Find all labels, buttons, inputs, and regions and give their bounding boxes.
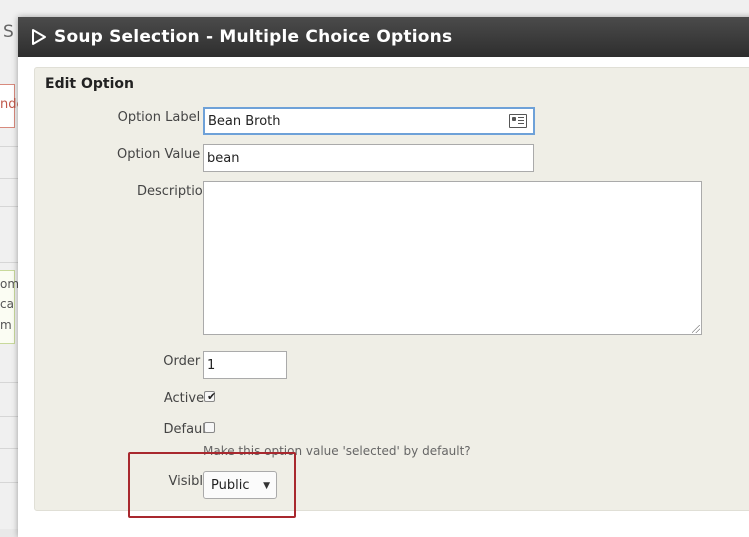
background-info-line: ca (0, 297, 14, 311)
active-label: Active? (163, 391, 211, 406)
order-input[interactable]: 1 (203, 351, 287, 379)
default-label: Default (163, 422, 212, 437)
default-checkbox[interactable] (204, 422, 215, 433)
collapse-triangle-icon[interactable] (30, 28, 48, 46)
background-title-fragment: S (3, 22, 14, 42)
option-value-value: bean (207, 150, 240, 166)
modal-titlebar[interactable]: Soup Selection - Multiple Choice Options (18, 17, 749, 57)
option-value-label: Option Value* (35, 147, 211, 162)
section-title: Edit Option (45, 76, 134, 92)
description-textarea[interactable] (203, 181, 702, 335)
resize-grip-icon[interactable] (692, 325, 700, 333)
background-info-line: m (0, 318, 12, 332)
option-label-value: Bean Broth (208, 113, 281, 129)
contact-card-icon[interactable] (509, 114, 527, 128)
edit-option-panel: Edit Option Option Label* Bean Broth Opt… (34, 67, 749, 511)
checkmark-icon: ✔ (207, 390, 217, 403)
order-label: Order* (35, 354, 211, 369)
description-label: Description (136, 184, 211, 199)
modal-title: Soup Selection - Multiple Choice Options (54, 27, 453, 47)
highlight-annotation (128, 452, 296, 518)
active-checkbox[interactable]: ✔ (204, 390, 217, 403)
option-label-input[interactable]: Bean Broth (203, 107, 535, 135)
background-info-line: om (0, 277, 20, 291)
option-value-input[interactable]: bean (203, 144, 534, 172)
option-label-label: Option Label* (35, 110, 211, 125)
order-value: 1 (207, 357, 216, 373)
